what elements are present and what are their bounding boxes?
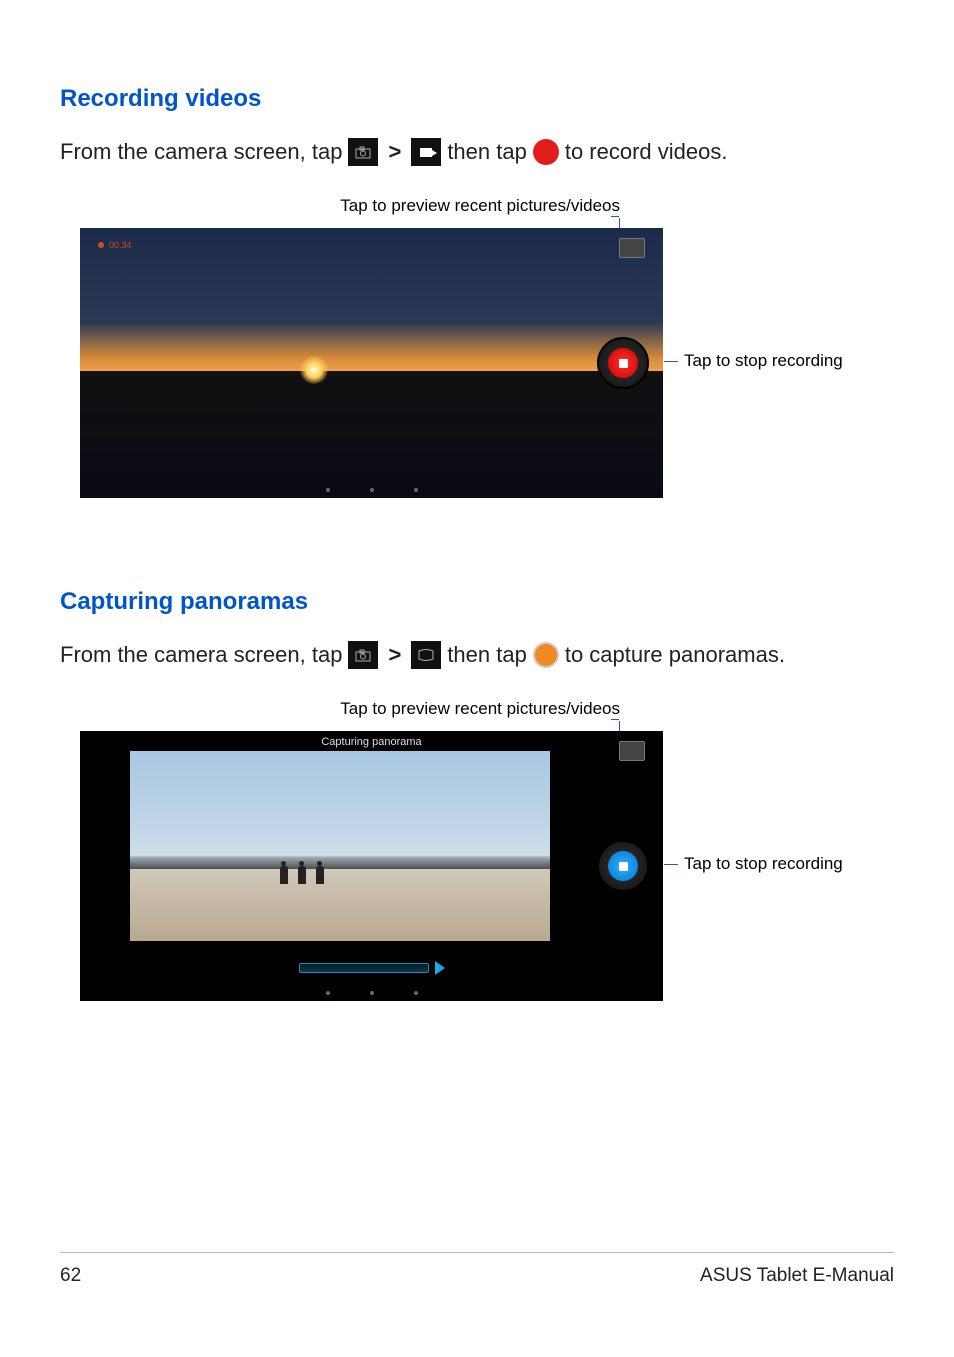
callout-line	[664, 361, 678, 362]
figure-panorama-capture: Tap to preview recent pictures/videos Ca…	[60, 699, 894, 1001]
record-dot-icon	[98, 242, 104, 248]
video-mode-icon	[411, 138, 441, 166]
progress-track	[299, 963, 429, 973]
stop-icon	[619, 359, 628, 368]
instruction-text: then tap	[447, 642, 527, 668]
capture-button-icon	[533, 642, 559, 668]
record-button-icon	[533, 139, 559, 165]
callout-line	[80, 721, 620, 731]
instruction-text: then tap	[447, 139, 527, 165]
panorama-mode-icon	[411, 641, 441, 669]
recording-time-value: 00.34	[109, 240, 132, 250]
panorama-progress-indicator	[299, 961, 445, 975]
nav-bar	[326, 991, 418, 995]
figure-caption-stop: Tap to stop recording	[664, 854, 843, 874]
beach-scene	[130, 751, 550, 941]
caption-text: Tap to stop recording	[684, 351, 843, 371]
instruction-text: From the camera screen, tap	[60, 642, 342, 668]
manual-title: ASUS Tablet E-Manual	[700, 1265, 894, 1287]
manual-page: Recording videos From the camera screen,…	[0, 0, 954, 1357]
sun-icon	[300, 356, 328, 384]
screenshot-panorama-capture: Capturing panorama	[80, 731, 663, 1001]
stop-button-inner	[608, 348, 638, 378]
camera-mode-icon	[348, 138, 378, 166]
caption-text: Tap to stop recording	[684, 854, 843, 874]
stop-button-inner	[608, 851, 638, 881]
preview-thumbnail-button[interactable]	[619, 741, 645, 761]
instruction-text: to capture panoramas.	[565, 642, 785, 668]
sunset-scene	[80, 228, 663, 498]
page-number: 62	[60, 1265, 81, 1287]
instruction-line-2: From the camera screen, tap > then tap t…	[60, 641, 894, 669]
figure-caption-preview: Tap to preview recent pictures/videos	[80, 699, 620, 719]
figure-caption-preview: Tap to preview recent pictures/videos	[80, 196, 620, 216]
page-footer: 62 ASUS Tablet E-Manual	[60, 1252, 894, 1287]
camera-mode-icon	[348, 641, 378, 669]
stop-icon	[619, 862, 628, 871]
section-heading-recording-videos: Recording videos	[60, 85, 894, 113]
screenshot-video-recording: 00.34	[80, 228, 663, 498]
callout-line	[80, 218, 620, 228]
stop-recording-button[interactable]	[597, 840, 649, 892]
figure-video-recording: Tap to preview recent pictures/videos 00…	[60, 196, 894, 498]
chevron-right-icon: >	[388, 642, 401, 668]
callout-line	[664, 864, 678, 865]
people-figures	[280, 866, 324, 884]
preview-thumbnail-button[interactable]	[619, 238, 645, 258]
recording-time-indicator: 00.34	[98, 240, 132, 250]
chevron-right-icon: >	[388, 139, 401, 165]
instruction-text: From the camera screen, tap	[60, 139, 342, 165]
figure-caption-stop: Tap to stop recording	[664, 351, 843, 371]
nav-bar	[326, 488, 418, 492]
arrow-right-icon	[435, 961, 445, 975]
section-heading-capturing-panoramas: Capturing panoramas	[60, 588, 894, 616]
stop-recording-button[interactable]	[597, 337, 649, 389]
instruction-line-1: From the camera screen, tap > then tap t…	[60, 138, 894, 166]
instruction-text: to record videos.	[565, 139, 728, 165]
panorama-status-text: Capturing panorama	[80, 736, 663, 748]
